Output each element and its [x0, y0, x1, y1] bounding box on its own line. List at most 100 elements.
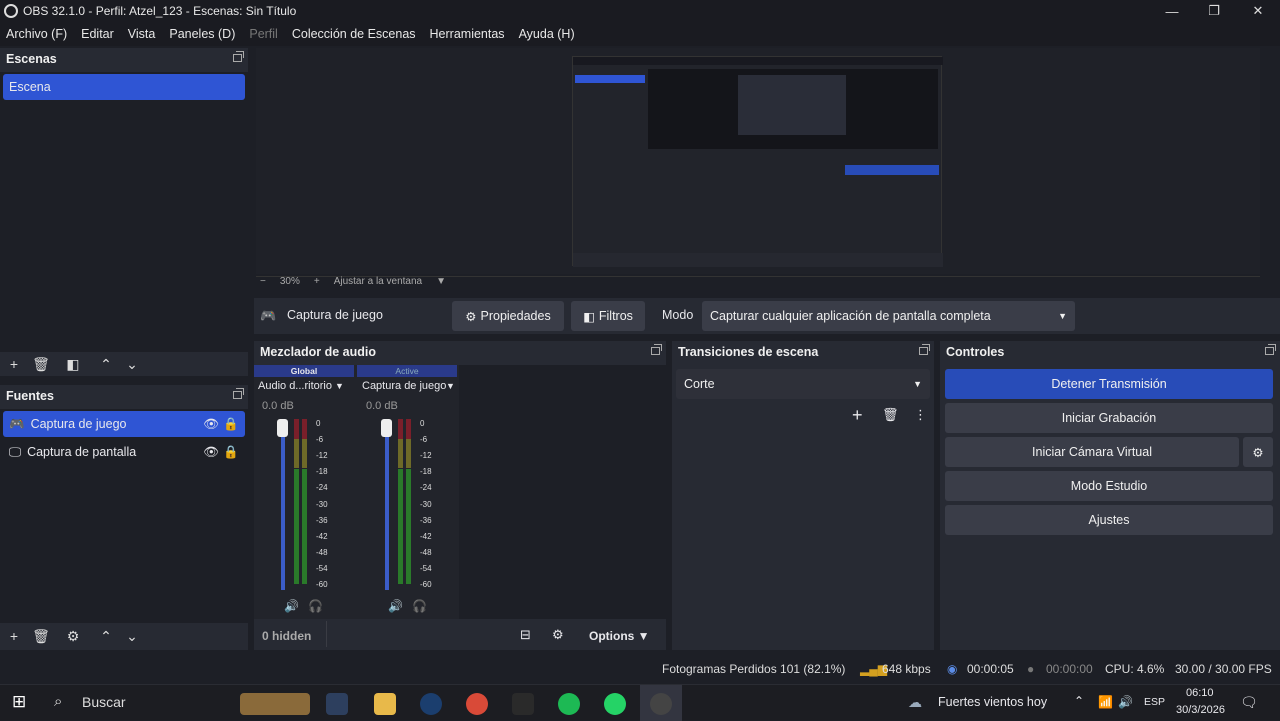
- trash-icon[interactable]: 🗑: [882, 407, 899, 423]
- add-scene-icon[interactable]: +: [4, 354, 24, 374]
- trash-icon[interactable]: 🗑: [31, 354, 51, 374]
- gear-icon[interactable]: ⚙: [552, 627, 564, 643]
- move-down-icon[interactable]: ⌄: [122, 626, 142, 646]
- volume-slider-handle[interactable]: [277, 419, 288, 437]
- trash-icon[interactable]: 🗑: [31, 626, 51, 646]
- nested-titlebar: [573, 57, 943, 65]
- speaker-icon[interactable]: 🔊: [388, 599, 403, 613]
- source-item[interactable]: 🖵 Captura de pantalla 👁 🔒: [3, 439, 245, 465]
- undock-icon[interactable]: [1265, 344, 1276, 355]
- lock-icon[interactable]: 🔒: [223, 445, 239, 460]
- steam-icon[interactable]: [420, 693, 442, 715]
- menu-editar[interactable]: Editar: [81, 27, 114, 41]
- undock-icon[interactable]: [233, 51, 244, 62]
- chevron-down-icon[interactable]: ▼: [436, 276, 446, 287]
- windows-start-icon[interactable]: ⊞: [12, 692, 26, 712]
- channel-name[interactable]: Audio d...ritorio ▼: [258, 380, 354, 392]
- studio-mode-button[interactable]: Modo Estudio: [945, 471, 1273, 501]
- speaker-icon[interactable]: 🔊: [284, 599, 299, 613]
- obs-taskbar-item[interactable]: [640, 685, 682, 721]
- zoom-level: 30%: [279, 276, 300, 287]
- mixer-title-text: Mezclador de audio: [260, 345, 376, 359]
- meter-tick-label: -24: [420, 483, 432, 493]
- properties-button[interactable]: ⚙ Propiedades: [452, 301, 564, 331]
- virtual-camera-button[interactable]: Iniciar Cámara Virtual: [945, 437, 1239, 467]
- add-transition-icon[interactable]: +: [852, 405, 863, 426]
- filter-icon[interactable]: ◧: [63, 354, 83, 374]
- whatsapp-icon[interactable]: [604, 693, 626, 715]
- stop-stream-button[interactable]: Detener Transmisión: [945, 369, 1273, 399]
- more-icon[interactable]: ⋮: [914, 407, 927, 423]
- notifications-icon[interactable]: 🗨: [1240, 694, 1258, 711]
- zoom-out-icon[interactable]: −: [260, 276, 266, 287]
- settings-button[interactable]: Ajustes: [945, 505, 1273, 535]
- move-down-icon[interactable]: ⌄: [122, 354, 142, 374]
- meter-tick-label: -18: [316, 467, 328, 477]
- volume-icon[interactable]: 🔊: [1118, 695, 1133, 709]
- mode-select[interactable]: Capturar cualquier aplicación de pantall…: [702, 301, 1075, 331]
- zoom-bar: − 30% + Ajustar a la ventana ▼: [260, 276, 446, 287]
- level-meter-segment: [398, 438, 403, 469]
- file-explorer-icon[interactable]: [374, 693, 396, 715]
- epic-games-icon[interactable]: [512, 693, 534, 715]
- zoom-in-icon[interactable]: +: [314, 276, 320, 287]
- source-item[interactable]: 🎮 Captura de juego 👁 🔒: [3, 411, 245, 437]
- menu-herramientas[interactable]: Herramientas: [430, 27, 505, 41]
- options-label: Options: [589, 629, 635, 643]
- headphones-icon[interactable]: 🎧: [308, 599, 323, 613]
- monitor-icon: 🖵: [9, 444, 22, 459]
- volume-slider-handle[interactable]: [381, 419, 392, 437]
- move-up-icon[interactable]: ⌃: [96, 354, 116, 374]
- chevron-up-icon[interactable]: ⌃: [1074, 694, 1084, 708]
- filters-button[interactable]: ◧ Filtros: [571, 301, 645, 331]
- lock-icon[interactable]: 🔒: [223, 417, 239, 432]
- weather-text[interactable]: Fuertes vientos hoy: [938, 695, 1047, 709]
- nested-scene: [575, 75, 645, 83]
- chrome-icon[interactable]: [466, 693, 488, 715]
- undock-icon[interactable]: [919, 344, 930, 355]
- clock-time[interactable]: 06:10: [1186, 687, 1214, 699]
- gear-icon[interactable]: ⚙: [1243, 437, 1273, 467]
- close-button[interactable]: ✕: [1236, 0, 1280, 22]
- volume-slider-track[interactable]: [385, 425, 389, 590]
- minimize-button[interactable]: —: [1150, 0, 1194, 22]
- divider: [326, 621, 327, 647]
- search-highlight-icon[interactable]: [240, 693, 310, 715]
- search-icon[interactable]: ⌕: [54, 693, 62, 710]
- scene-item[interactable]: Escena: [3, 74, 245, 100]
- wifi-icon[interactable]: 📶: [1098, 695, 1113, 709]
- status-bar: Fotogramas Perdidos 101 (82.1%) ▂▄▆ 648 …: [0, 654, 1280, 684]
- clock-date[interactable]: 30/3/2026: [1176, 704, 1225, 716]
- task-view-icon[interactable]: [326, 693, 348, 715]
- start-recording-button[interactable]: Iniciar Grabación: [945, 403, 1273, 433]
- transition-select[interactable]: Corte ▼: [676, 369, 930, 399]
- eye-icon[interactable]: 👁: [203, 445, 219, 460]
- menu-coleccion[interactable]: Colección de Escenas: [292, 27, 416, 41]
- preview-area[interactable]: [256, 48, 1260, 277]
- spotify-icon[interactable]: [558, 693, 580, 715]
- channel-name[interactable]: Captura de juego▼: [362, 380, 458, 392]
- menu-ayuda[interactable]: Ayuda (H): [519, 27, 575, 41]
- layout-icon[interactable]: ⊟: [520, 627, 531, 643]
- fit-window[interactable]: Ajustar a la ventana: [334, 276, 422, 287]
- headphones-icon[interactable]: 🎧: [412, 599, 427, 613]
- controls-title: Controles: [940, 341, 1280, 363]
- move-up-icon[interactable]: ⌃: [96, 626, 116, 646]
- taskbar-search[interactable]: Buscar: [82, 694, 126, 710]
- gear-icon[interactable]: ⚙: [63, 626, 83, 646]
- options-menu[interactable]: Options ▼: [589, 629, 650, 643]
- language[interactable]: ESP: [1144, 696, 1165, 708]
- menu-perfil[interactable]: Perfil: [249, 27, 277, 41]
- undock-icon[interactable]: [233, 388, 244, 399]
- meter-tick-label: -60: [420, 580, 432, 589]
- volume-slider-track[interactable]: [281, 425, 285, 590]
- menu-paneles[interactable]: Paneles (D): [169, 27, 235, 41]
- eye-icon[interactable]: 👁: [203, 417, 219, 432]
- menu-archivo[interactable]: Archivo (F): [6, 27, 67, 41]
- undock-icon[interactable]: [651, 344, 662, 355]
- add-source-icon[interactable]: +: [4, 626, 24, 646]
- maximize-button[interactable]: ❐: [1192, 0, 1236, 22]
- meter-tick-label: -48: [420, 547, 432, 557]
- menu-vista[interactable]: Vista: [128, 27, 156, 41]
- level-meter-segment: [302, 468, 307, 584]
